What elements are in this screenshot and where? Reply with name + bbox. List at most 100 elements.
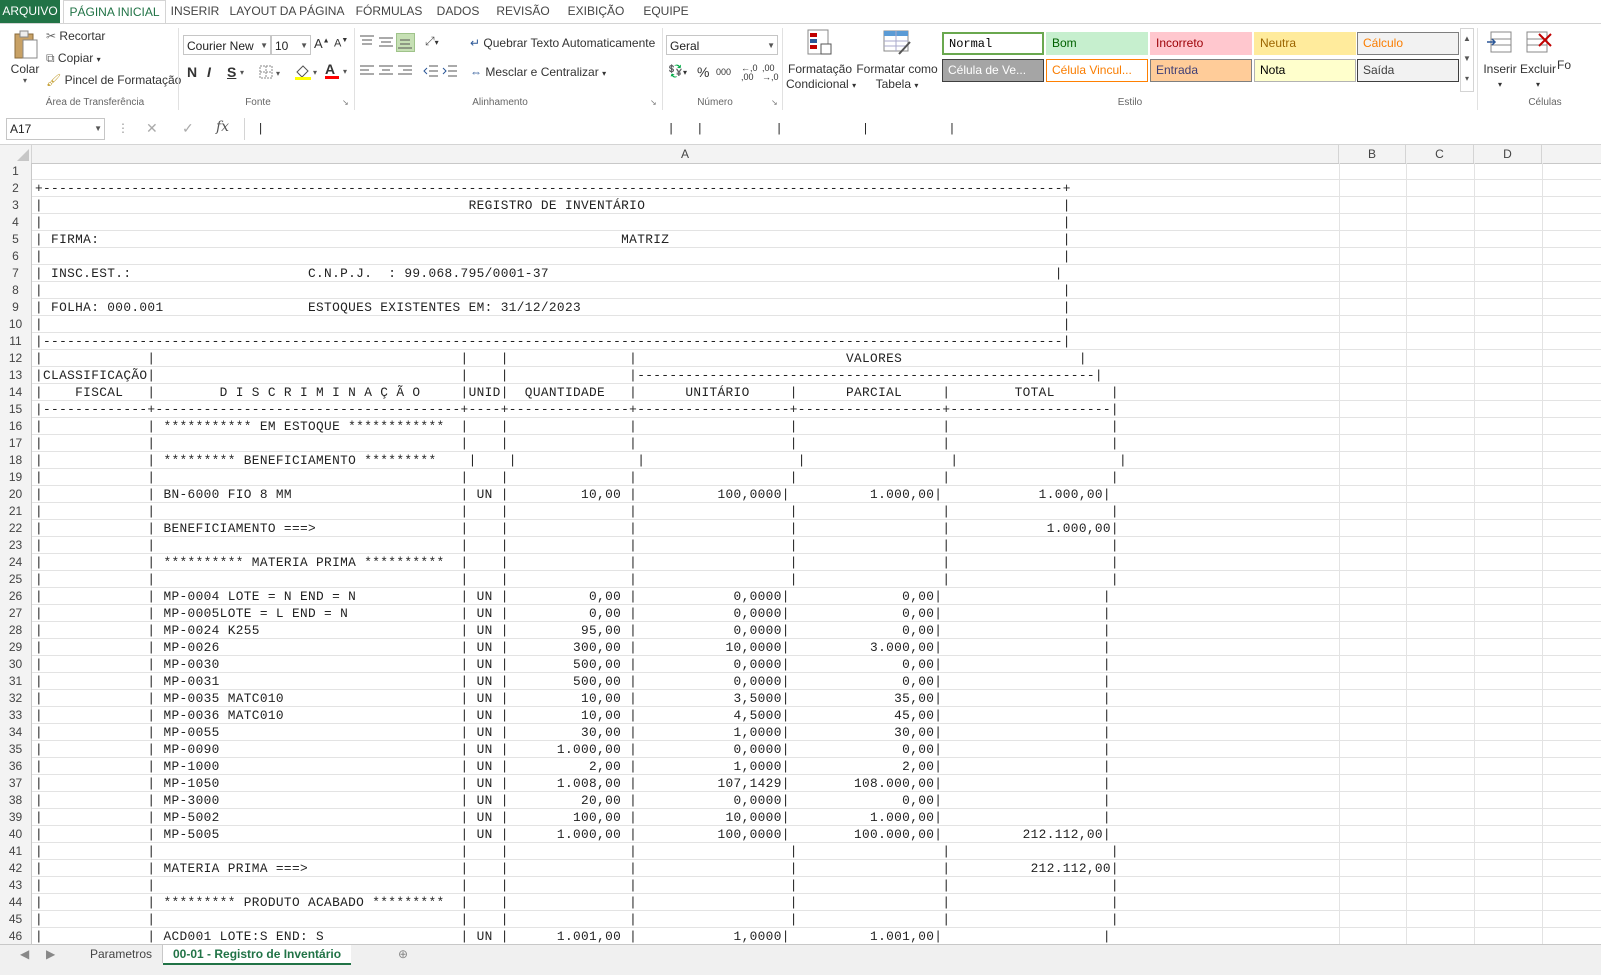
align-right-button[interactable] — [397, 64, 413, 81]
cell-a[interactable]: | | | | | | | | — [35, 911, 1119, 928]
row-header[interactable]: 22 — [0, 520, 32, 537]
cell-a[interactable]: |CLASSIFICAÇÃO| | | |-------------------… — [35, 367, 1103, 384]
row-header[interactable]: 38 — [0, 792, 32, 809]
row-header[interactable]: 15 — [0, 401, 32, 418]
tab-equipe[interactable]: EQUIPE — [638, 0, 694, 23]
row-header[interactable]: 10 — [0, 316, 32, 333]
increase-decimal-button[interactable]: ←,0,00 — [741, 64, 758, 82]
cell-a[interactable]: | | | | | | | | — [35, 469, 1119, 486]
paste-button[interactable]: Colar ▾ — [8, 30, 42, 85]
row-header[interactable]: 29 — [0, 639, 32, 656]
cell-a[interactable]: | | MP-0026 | UN | 300,00 | 10,0000| 3.0… — [35, 639, 1111, 656]
row-header[interactable]: 7 — [0, 265, 32, 282]
row-header[interactable]: 12 — [0, 350, 32, 367]
enter-icon[interactable]: ✓ — [182, 120, 194, 137]
cell-a[interactable]: | | MP-5005 | UN | 1.000,00 | 100,0000| … — [35, 826, 1111, 843]
row-header[interactable]: 33 — [0, 707, 32, 724]
tab-layout-da-pagina[interactable]: LAYOUT DA PÁGINA — [228, 0, 346, 23]
cell-a[interactable]: | | MP-1000 | UN | 2,00 | 1,0000| 2,00| … — [35, 758, 1111, 775]
copy-button[interactable]: ⧉ Copiar ▾ — [46, 51, 101, 66]
format-as-table-button[interactable]: Formatar como Tabela ▾ — [856, 28, 938, 93]
cell-a[interactable]: | | — [35, 282, 1071, 299]
row-header[interactable]: 5 — [0, 231, 32, 248]
row-header[interactable]: 26 — [0, 588, 32, 605]
fill-color-button[interactable]: ▾ — [294, 64, 322, 83]
row-header[interactable]: 41 — [0, 843, 32, 860]
row-header[interactable]: 44 — [0, 894, 32, 911]
tab-pagina-inicial[interactable]: PÁGINA INICIAL — [63, 0, 166, 24]
cancel-icon[interactable]: ✕ — [146, 120, 158, 137]
cell-a[interactable]: | | MP-0024 K255 | UN | 95,00 | 0,0000| … — [35, 622, 1111, 639]
decrease-decimal-button[interactable]: ,00 →,0 — [762, 64, 779, 82]
cell-a[interactable]: | | | | | VALORES | — [35, 350, 1087, 367]
row-header[interactable]: 16 — [0, 418, 32, 435]
cell-a[interactable]: | | MP-0030 | UN | 500,00 | 0,0000| 0,00… — [35, 656, 1111, 673]
cell-a[interactable]: | | MP-0055 | UN | 30,00 | 1,0000| 30,00… — [35, 724, 1111, 741]
column-header-b[interactable]: B — [1339, 145, 1406, 163]
cell-a[interactable]: | | MP-0035 MATC010 | UN | 10,00 | 3,500… — [35, 690, 1111, 707]
cell-a[interactable]: | | ********** MATERIA PRIMA ********** … — [35, 554, 1119, 571]
cell-a[interactable]: | | BN-6000 FIO 8 MM | UN | 10,00 | 100,… — [35, 486, 1111, 503]
row-header[interactable]: 17 — [0, 435, 32, 452]
row-header[interactable]: 2 — [0, 180, 32, 197]
cut-button[interactable]: ✂ Recortar — [46, 29, 105, 43]
column-header-d[interactable]: D — [1474, 145, 1542, 163]
number-format-select[interactable]: Geral ▼ — [666, 35, 778, 55]
row-header[interactable]: 9 — [0, 299, 32, 316]
cell-a[interactable]: | FISCAL | D I S C R I M I N A Ç Ã O |UN… — [35, 384, 1119, 401]
formula-input[interactable]: | | | | | | — [244, 118, 1601, 140]
underline-button[interactable]: S — [227, 64, 236, 80]
tab-exibicao[interactable]: EXIBIÇÃO — [560, 0, 632, 23]
row-header[interactable]: 6 — [0, 248, 32, 265]
column-header-a[interactable]: A — [32, 145, 1339, 163]
tab-revisao[interactable]: REVISÃO — [492, 0, 554, 23]
cell-a[interactable]: | | ********* BENEFICIAMENTO ********* |… — [35, 452, 1127, 469]
insert-cells-button[interactable]: Inserir ▾ — [1481, 28, 1519, 92]
align-center-button[interactable] — [378, 64, 394, 81]
dialog-launcher-icon[interactable]: ↘ — [771, 98, 778, 107]
row-header[interactable]: 4 — [0, 214, 32, 231]
cell-a[interactable]: | | MP-3000 | UN | 20,00 | 0,0000| 0,00|… — [35, 792, 1111, 809]
tab-arquivo[interactable]: ARQUIVO — [0, 0, 60, 23]
currency-button[interactable]: 💱▾ — [668, 64, 687, 78]
row-header[interactable]: 23 — [0, 537, 32, 554]
font-color-button[interactable]: A ▾ — [324, 61, 352, 83]
row-header[interactable]: 24 — [0, 554, 32, 571]
align-top-button[interactable] — [359, 34, 375, 51]
row-header[interactable]: 30 — [0, 656, 32, 673]
cell-a[interactable]: | FOLHA: 000.001 ESTOQUES EXISTENTES EM:… — [35, 299, 1071, 316]
cell-a[interactable]: | | | | | | | | — [35, 537, 1119, 554]
cell-a[interactable]: | | MP-0005LOTE = L END = N | UN | 0,00 … — [35, 605, 1111, 622]
cell-a[interactable]: |---------------------------------------… — [35, 333, 1071, 350]
sheet-tab-registro-inventario[interactable]: 00-01 - Registro de Inventário — [163, 945, 352, 965]
cell-a[interactable]: | | | | | | | | — [35, 435, 1119, 452]
row-header[interactable]: 25 — [0, 571, 32, 588]
italic-button[interactable]: I — [207, 64, 211, 80]
add-sheet-icon[interactable]: ⊕ — [388, 945, 418, 963]
align-bottom-button[interactable] — [396, 33, 415, 52]
cell-style-6[interactable]: Célula Vincul... — [1046, 59, 1148, 82]
row-header[interactable]: 1 — [0, 163, 32, 180]
align-middle-button[interactable] — [378, 34, 394, 51]
percent-button[interactable]: % — [697, 64, 709, 80]
row-header[interactable]: 36 — [0, 758, 32, 775]
row-header[interactable]: 31 — [0, 673, 32, 690]
sheet-nav-left-icon[interactable]: ◀ — [10, 945, 39, 963]
row-header[interactable]: 40 — [0, 826, 32, 843]
row-header[interactable]: 13 — [0, 367, 32, 384]
cell-a[interactable]: | INSC.EST.: C.N.P.J. : 99.068.795/0001-… — [35, 265, 1063, 282]
row-header[interactable]: 34 — [0, 724, 32, 741]
row-header[interactable]: 32 — [0, 690, 32, 707]
row-header[interactable]: 35 — [0, 741, 32, 758]
conditional-format-button[interactable]: Formatação Condicional ▾ — [786, 28, 856, 93]
row-header[interactable]: 28 — [0, 622, 32, 639]
cell-a[interactable]: | | MP-0004 LOTE = N END = N | UN | 0,00… — [35, 588, 1111, 605]
column-header-e[interactable] — [1542, 145, 1601, 163]
cell-style-9[interactable]: Saída — [1357, 59, 1459, 82]
wrap-text-button[interactable]: ↵ Quebrar Texto Automaticamente — [470, 36, 655, 50]
cell-a[interactable]: | | — [35, 214, 1071, 231]
row-header[interactable]: 42 — [0, 860, 32, 877]
borders-button[interactable]: ▾ — [259, 65, 285, 82]
cell-style-8[interactable]: Nota — [1254, 59, 1356, 82]
row-header[interactable]: 20 — [0, 486, 32, 503]
